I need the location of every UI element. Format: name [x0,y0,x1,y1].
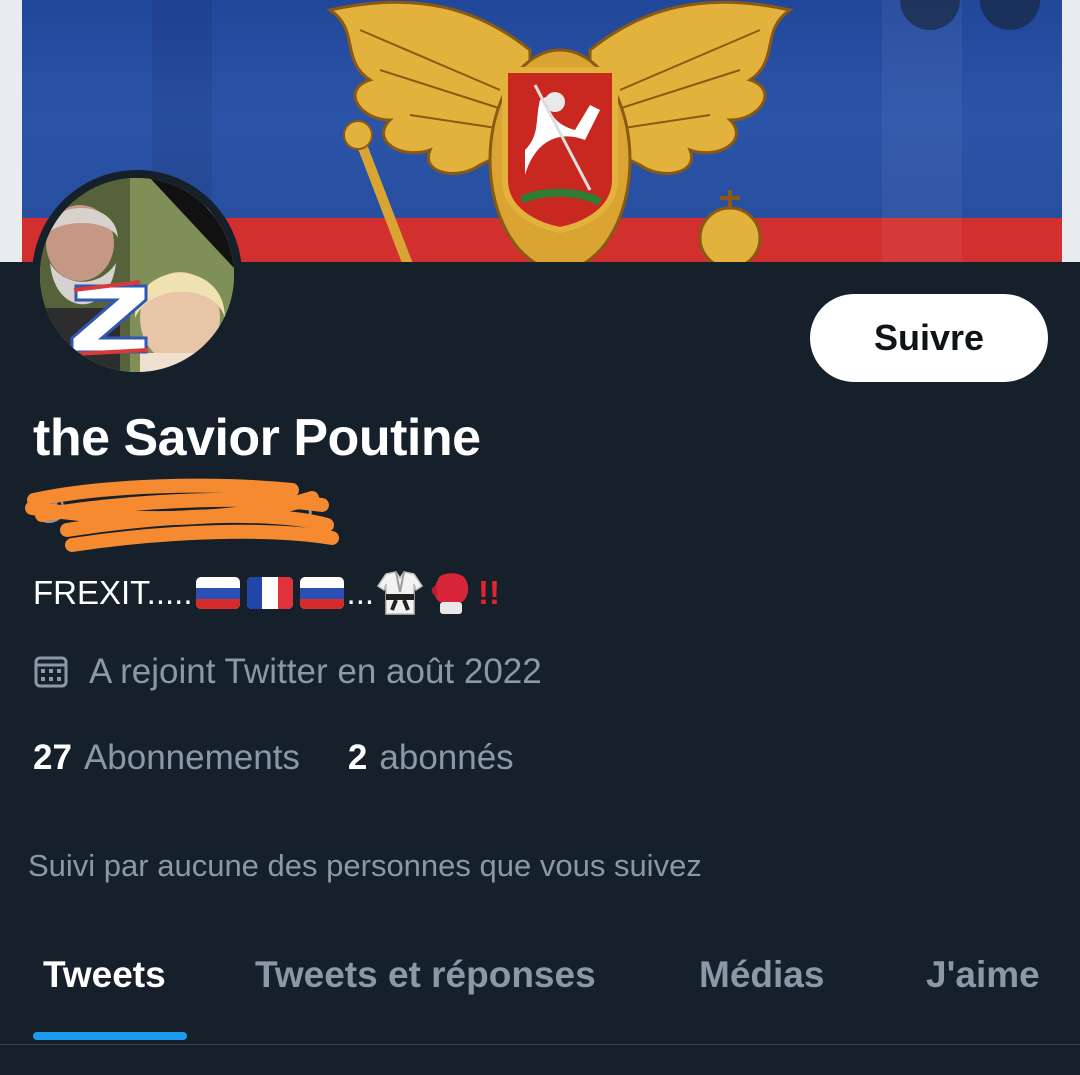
more-options-icon[interactable] [980,0,1040,30]
followers-label[interactable]: abonnés [379,738,513,778]
coat-of-arms-emblem [326,0,794,262]
join-date: A rejoint Twitter en août 2022 [33,652,542,692]
calendar-icon [34,656,68,688]
russia-flag-icon [299,577,344,609]
redaction-scribble [25,478,339,552]
tab-likes[interactable]: J'aime [926,954,1040,996]
russia-flag-icon [195,577,240,609]
avatar[interactable] [32,170,242,380]
profile-tabs: Tweets Tweets et réponses Médias J'aime [0,940,1080,1045]
profile-page: Suivre the Savior Poutine @ r FREXIT..... [0,0,1080,1075]
active-tab-indicator [33,1032,187,1040]
boxing-glove-icon [431,573,469,614]
search-icon[interactable] [900,0,960,30]
bio: FREXIT..... ... !! [33,570,500,616]
followed-by-note: Suivi par aucune des personnes que vous … [28,848,702,883]
follow-button[interactable]: Suivre [810,294,1048,382]
following-count[interactable]: 27 [33,738,72,778]
bio-text: FREXIT..... [33,574,193,611]
following-label[interactable]: Abonnements [84,738,300,778]
bio-ellipsis: ... [346,574,375,611]
bio-exclamation: !! [478,574,501,611]
tab-tweets[interactable]: Tweets [43,954,166,996]
tab-tweets-and-replies[interactable]: Tweets et réponses [255,954,596,996]
banner-top-actions [900,0,1040,30]
join-date-text: A rejoint Twitter en août 2022 [89,652,542,691]
tabs-divider [0,1044,1080,1045]
avatar-image [40,178,234,372]
followers-count[interactable]: 2 [348,738,367,778]
follow-stats: 27 Abonnements 2 abonnés [33,738,514,778]
tab-media[interactable]: Médias [699,954,824,996]
display-name: the Savior Poutine [33,409,481,467]
france-flag-icon [246,577,293,609]
martial-arts-uniform-icon [377,571,424,615]
